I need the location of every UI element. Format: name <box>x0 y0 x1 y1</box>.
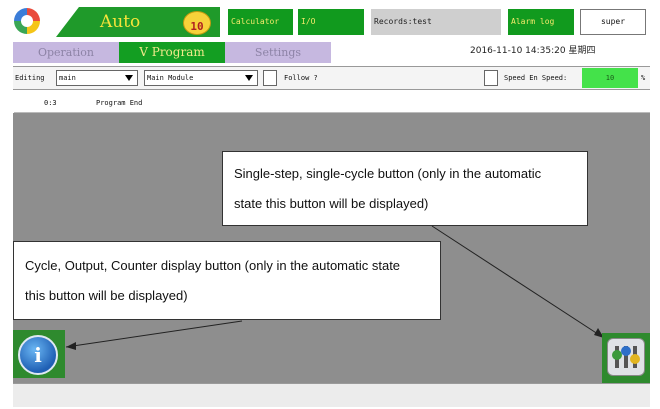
callout-leaders <box>65 225 605 350</box>
info-leader-line <box>65 320 243 348</box>
slider-knob <box>630 354 640 364</box>
step-leader-line <box>431 225 605 339</box>
info-icon[interactable]: i <box>18 335 58 375</box>
info-leader-arrowhead <box>66 342 76 350</box>
slider-knob <box>621 346 631 356</box>
